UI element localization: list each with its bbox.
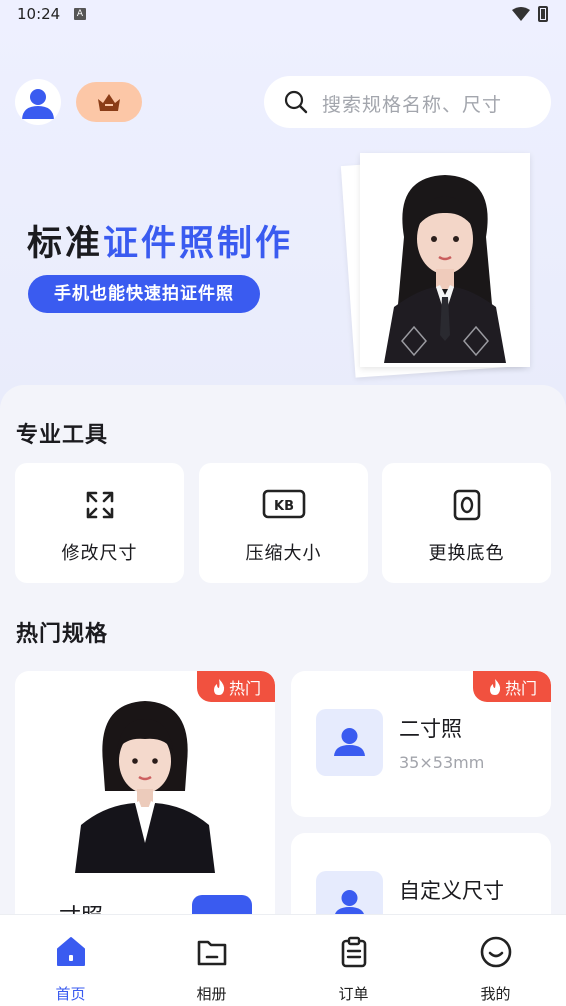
spec-size: 35×53mm xyxy=(399,753,485,772)
svg-text:KB: KB xyxy=(274,499,294,514)
photo-front-card xyxy=(360,153,530,367)
tab-album[interactable]: 相册 xyxy=(141,915,282,1006)
tab-mine[interactable]: 我的 xyxy=(425,915,566,1006)
spec-name: 自定义尺寸 xyxy=(399,879,504,903)
wifi-icon xyxy=(512,7,530,21)
search-placeholder: 搜索规格名称、尺寸 xyxy=(322,94,503,116)
bottom-tab-bar: 首页 相册 订单 我的 xyxy=(0,914,566,1006)
banner-title: 标准证件照制作 xyxy=(27,215,293,266)
tool-label: 修改尺寸 xyxy=(61,543,138,564)
background-color-icon xyxy=(453,489,480,521)
search-input[interactable]: 搜索规格名称、尺寸 xyxy=(264,76,551,128)
tool-resize-button[interactable]: 修改尺寸 xyxy=(15,463,184,583)
folder-icon xyxy=(197,940,226,966)
banner-title-blue: 证件照制作 xyxy=(103,224,294,264)
tool-label: 压缩大小 xyxy=(245,543,322,564)
resize-icon xyxy=(86,491,113,519)
vip-crown-button[interactable] xyxy=(76,82,142,122)
specs-section-title: 热门规格 xyxy=(16,622,109,647)
clipboard-icon xyxy=(341,936,366,968)
hot-badge: 热门 xyxy=(473,671,551,702)
notification-icon: A xyxy=(74,8,86,20)
banner-photo xyxy=(340,150,533,378)
user-avatar-icon xyxy=(22,89,54,119)
portrait-image xyxy=(364,157,526,363)
portrait-image xyxy=(75,701,215,873)
person-icon xyxy=(316,709,383,776)
tab-home[interactable]: 首页 xyxy=(0,915,141,1006)
spec-name: 二寸照 xyxy=(399,717,462,741)
tab-label: 我的 xyxy=(480,985,511,1003)
smile-icon xyxy=(480,936,511,968)
hot-badge-label: 热门 xyxy=(504,678,537,698)
banner-title-dark: 标准 xyxy=(27,224,104,264)
banner-subtitle-button[interactable]: 手机也能快速拍证件照 xyxy=(28,275,260,313)
fire-icon xyxy=(489,678,501,695)
tab-orders[interactable]: 订单 xyxy=(283,915,424,1006)
battery-icon xyxy=(538,6,548,22)
avatar[interactable] xyxy=(15,79,61,125)
spec-card-two-inch[interactable]: 热门 二寸照 35×53mm xyxy=(291,671,551,817)
tool-background-button[interactable]: 更换底色 xyxy=(382,463,551,583)
tools-section-title: 专业工具 xyxy=(16,423,109,448)
tool-compress-button[interactable]: KB 压缩大小 xyxy=(199,463,368,583)
home-icon xyxy=(56,937,85,966)
tool-label: 更换底色 xyxy=(428,543,505,564)
tab-label: 订单 xyxy=(338,985,369,1003)
status-bar: 10:24 A xyxy=(0,0,566,30)
crown-icon xyxy=(98,94,120,111)
hot-badge-label: 热门 xyxy=(228,678,261,698)
kb-icon: KB xyxy=(262,489,305,519)
spec-card-one-inch[interactable]: 热门 一寸照 xyxy=(15,671,275,931)
tab-label: 首页 xyxy=(55,985,86,1003)
status-time: 10:24 xyxy=(17,5,61,23)
tab-label: 相册 xyxy=(196,985,227,1003)
search-icon xyxy=(284,90,308,114)
